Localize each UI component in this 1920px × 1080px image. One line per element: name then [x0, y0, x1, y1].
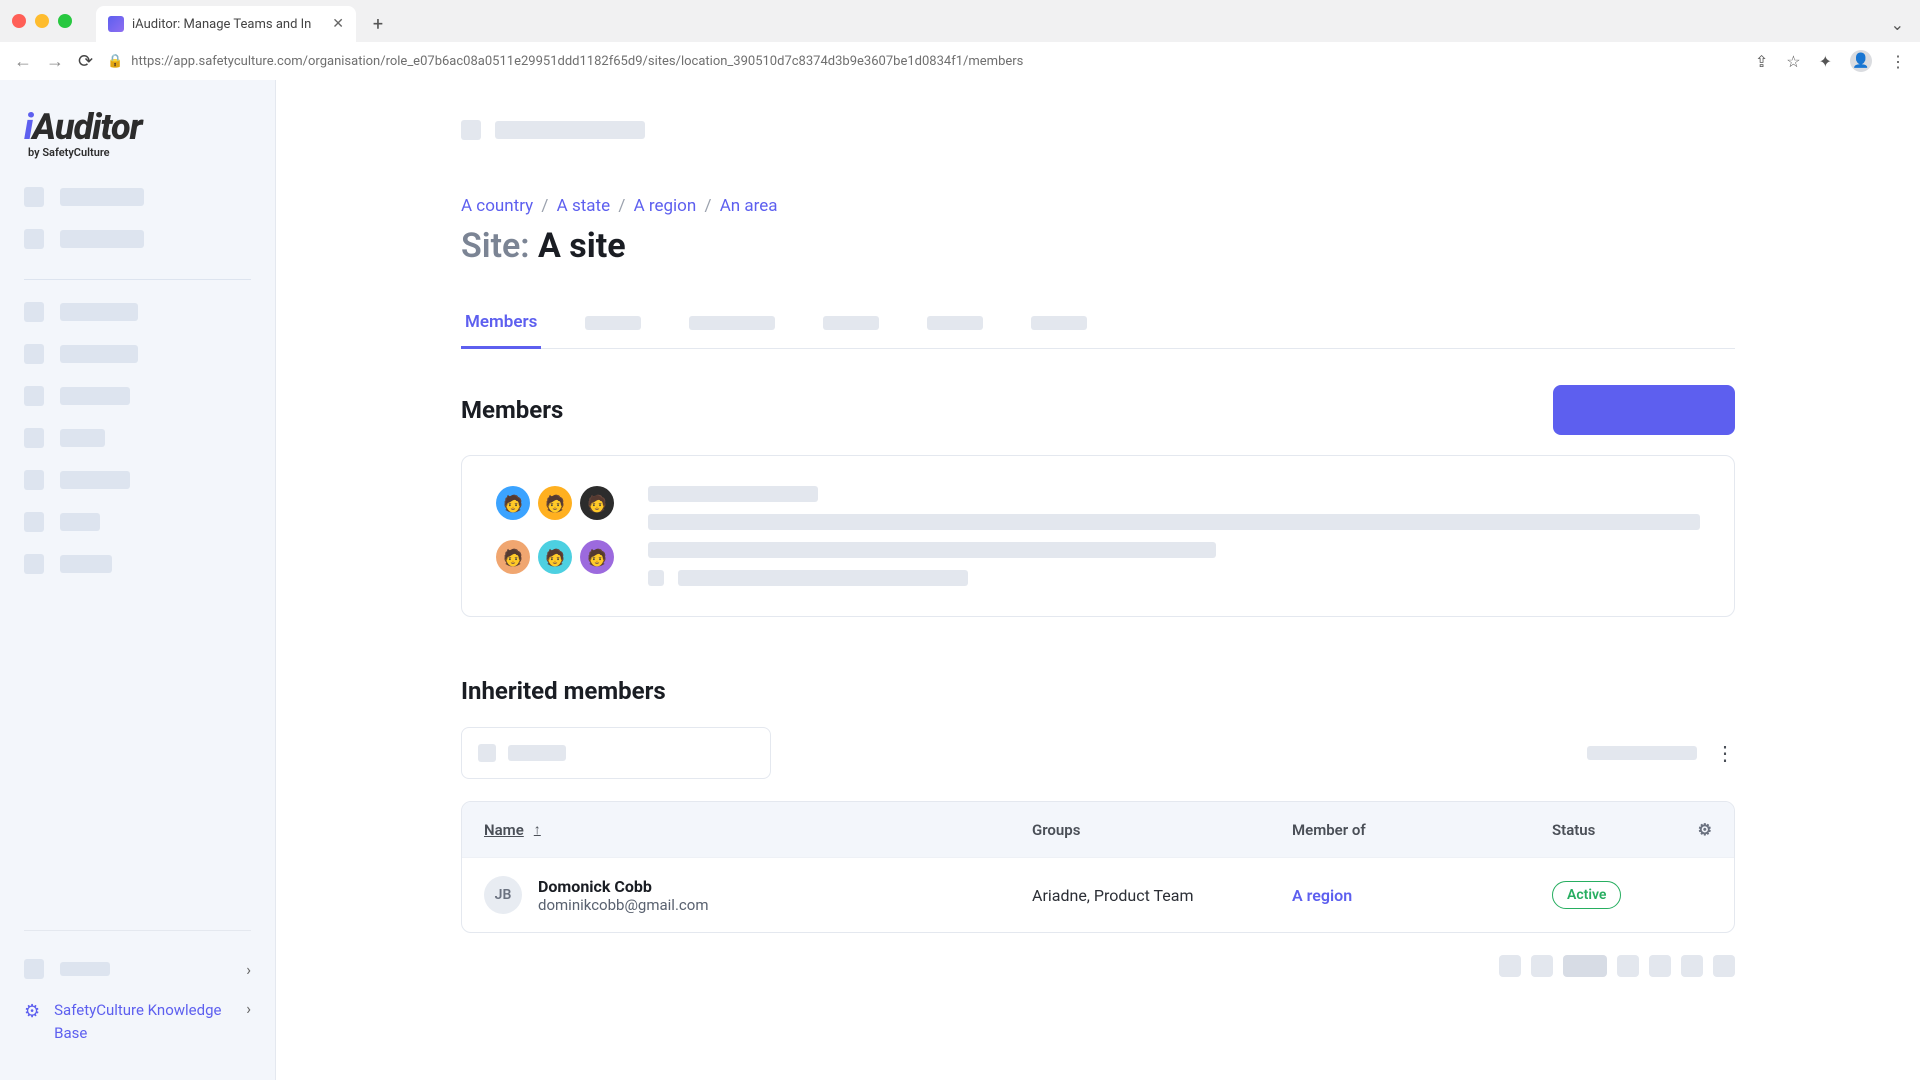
members-summary-card: 🧑 🧑 🧑 🧑 🧑 🧑 — [461, 455, 1735, 617]
avatar-cluster: 🧑 🧑 🧑 🧑 🧑 🧑 — [496, 486, 614, 586]
logo: iAuditor by SafetyCulture — [24, 106, 251, 159]
main-content: A country / A state / A region / An area… — [276, 80, 1920, 1080]
inherited-members-table: Name ↑ Groups Member of Status ⚙ JB Domo… — [461, 801, 1735, 933]
avatar: 🧑 — [496, 486, 530, 520]
breadcrumb-placeholder — [461, 120, 1735, 140]
avatar: JB — [484, 876, 522, 914]
tabs: Members — [461, 298, 1735, 349]
add-member-button[interactable] — [1553, 385, 1735, 435]
members-heading: Members — [461, 396, 563, 424]
member-groups: Ariadne, Product Team — [1032, 886, 1292, 905]
tab-placeholder[interactable] — [1027, 298, 1091, 348]
member-of-link[interactable]: A region — [1292, 886, 1552, 905]
back-button[interactable]: ← — [14, 51, 32, 72]
tab-placeholder[interactable] — [581, 298, 645, 348]
gear-icon[interactable]: ⚙ — [1698, 820, 1712, 839]
close-window-button[interactable] — [12, 14, 26, 28]
gear-icon: ⚙ — [24, 1001, 40, 1022]
inherited-heading: Inherited members — [461, 677, 1735, 705]
more-icon[interactable]: ⋮ — [1715, 741, 1735, 765]
page-button[interactable] — [1681, 955, 1703, 977]
sidebar-item[interactable] — [24, 470, 251, 490]
breadcrumb-link[interactable]: An area — [720, 196, 778, 216]
tab-members[interactable]: Members — [461, 298, 541, 348]
chevron-right-icon: › — [246, 999, 251, 1018]
extensions-icon[interactable]: ✦ — [1819, 52, 1832, 71]
reload-button[interactable]: ⟳ — [78, 51, 93, 72]
page-button[interactable] — [1713, 955, 1735, 977]
column-groups[interactable]: Groups — [1032, 821, 1292, 839]
tab-placeholder[interactable] — [923, 298, 987, 348]
search-icon — [478, 744, 496, 762]
avatar: 🧑 — [496, 540, 530, 574]
new-tab-button[interactable]: + — [364, 10, 392, 38]
sidebar-item[interactable] — [24, 187, 251, 207]
pagination — [461, 955, 1735, 977]
sidebar-item[interactable] — [24, 344, 251, 364]
more-icon[interactable]: ⋮ — [1890, 52, 1906, 71]
column-status[interactable]: Status — [1552, 821, 1595, 839]
address-bar[interactable]: 🔒 https://app.safetyculture.com/organisa… — [107, 54, 1741, 69]
sidebar-item[interactable] — [24, 229, 251, 249]
knowledge-base-link[interactable]: ⚙ SafetyCulture Knowledge Base › — [24, 989, 251, 1054]
sidebar-footer-item[interactable]: › — [24, 949, 251, 989]
tab-placeholder[interactable] — [685, 298, 779, 348]
sidebar-item[interactable] — [24, 428, 251, 448]
browser-tab[interactable]: iAuditor: Manage Teams and In ✕ — [96, 6, 356, 42]
avatar: 🧑 — [538, 540, 572, 574]
share-icon[interactable]: ⇪ — [1755, 52, 1768, 71]
lock-icon: 🔒 — [107, 54, 123, 69]
sidebar-item[interactable] — [24, 512, 251, 532]
table-row[interactable]: JB Domonick Cobb dominikcobb@gmail.com A… — [462, 857, 1734, 932]
sidebar-item[interactable] — [24, 302, 251, 322]
page-button[interactable] — [1499, 955, 1521, 977]
breadcrumb: A country / A state / A region / An area — [461, 196, 1735, 216]
close-tab-button[interactable]: ✕ — [332, 16, 344, 32]
sort-asc-icon: ↑ — [534, 821, 541, 838]
breadcrumb-link[interactable]: A region — [634, 196, 697, 216]
sidebar-item[interactable] — [24, 386, 251, 406]
profile-button[interactable]: 👤 — [1850, 50, 1872, 72]
page-button[interactable] — [1531, 955, 1553, 977]
breadcrumb-link[interactable]: A country — [461, 196, 533, 216]
chevron-right-icon: › — [246, 960, 251, 979]
browser-chrome: iAuditor: Manage Teams and In ✕ + ⌄ ← → … — [0, 0, 1920, 80]
tab-list-button[interactable]: ⌄ — [1891, 15, 1904, 34]
bookmark-icon[interactable]: ☆ — [1786, 52, 1800, 71]
favicon — [108, 16, 124, 32]
breadcrumb-link[interactable]: A state — [557, 196, 610, 216]
avatar: 🧑 — [580, 486, 614, 520]
knowledge-base-label: SafetyCulture Knowledge Base — [54, 999, 232, 1044]
member-name: Domonick Cobb — [538, 877, 708, 896]
tab-placeholder[interactable] — [819, 298, 883, 348]
member-email: dominikcobb@gmail.com — [538, 896, 708, 914]
page-button[interactable] — [1649, 955, 1671, 977]
page-title: Site: A site — [461, 226, 1735, 266]
column-name[interactable]: Name ↑ — [484, 821, 1032, 839]
minimize-window-button[interactable] — [35, 14, 49, 28]
tab-title: iAuditor: Manage Teams and In — [132, 17, 324, 32]
avatar: 🧑 — [538, 486, 572, 520]
sidebar-item[interactable] — [24, 554, 251, 574]
window-controls — [12, 14, 72, 28]
page-button[interactable] — [1617, 955, 1639, 977]
sidebar: iAuditor by SafetyCulture › ⚙ SafetyCult… — [0, 80, 276, 1080]
url-text: https://app.safetyculture.com/organisati… — [131, 54, 1023, 69]
filter-placeholder[interactable] — [1587, 746, 1697, 760]
status-badge: Active — [1552, 881, 1621, 909]
search-input[interactable] — [461, 727, 771, 779]
page-button[interactable] — [1563, 955, 1607, 977]
column-member-of[interactable]: Member of — [1292, 821, 1552, 839]
avatar: 🧑 — [580, 540, 614, 574]
maximize-window-button[interactable] — [58, 14, 72, 28]
table-header: Name ↑ Groups Member of Status ⚙ — [462, 802, 1734, 857]
forward-button[interactable]: → — [46, 51, 64, 72]
